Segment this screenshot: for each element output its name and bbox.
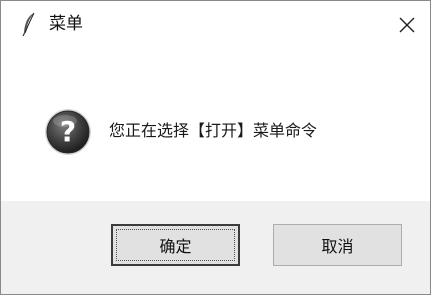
button-area: 确定 取消 xyxy=(1,201,430,294)
title-bar: 菜单 xyxy=(1,1,430,49)
question-icon: ? xyxy=(43,107,93,157)
window-title: 菜单 xyxy=(49,14,83,34)
ok-button[interactable]: 确定 xyxy=(111,224,240,266)
cancel-button-label: 取消 xyxy=(321,237,354,256)
dialog-message: 您正在选择【打开】菜单命令 xyxy=(109,121,318,140)
cancel-button[interactable]: 取消 xyxy=(273,224,402,266)
close-icon xyxy=(399,17,415,33)
dialog-window: 菜单 ? 您正在选择【打开】菜单命令 确定 取消 xyxy=(0,0,431,295)
dialog-content: ? 您正在选择【打开】菜单命令 xyxy=(1,49,430,201)
ok-button-label: 确定 xyxy=(159,237,192,256)
close-button[interactable] xyxy=(384,1,430,49)
svg-text:?: ? xyxy=(60,115,76,148)
feather-icon xyxy=(21,11,37,37)
